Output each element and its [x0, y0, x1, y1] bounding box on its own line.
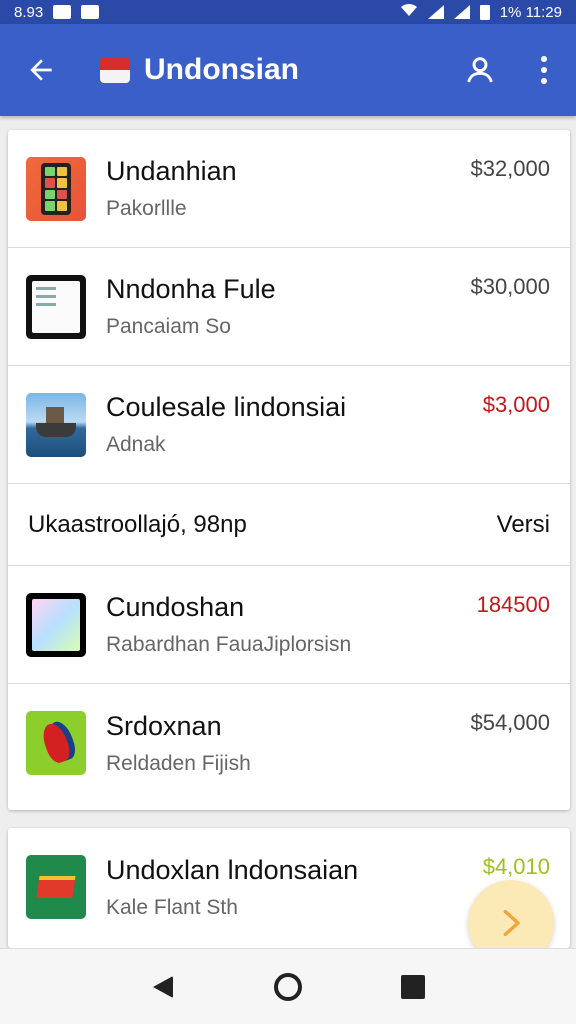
page-title: Undonsian: [144, 53, 299, 86]
status-right-text: 1% 11:29: [499, 3, 562, 21]
system-nav-bar: [0, 948, 576, 1024]
bird-thumbnail: [26, 711, 86, 775]
list-item[interactable]: Coulesale lindonsiai Adnak $3,000: [8, 366, 570, 484]
list-item[interactable]: Srdoxnan Reldaden Fijish $54,000: [8, 684, 570, 802]
summary-row[interactable]: Ukaastroollajó, 98np Versi: [8, 484, 570, 566]
nav-home-button[interactable]: [258, 957, 318, 1017]
item-price: $30,000: [470, 274, 550, 299]
nav-back-icon: [152, 975, 173, 998]
item-price: $54,000: [470, 710, 550, 735]
app-bar: Undonsian: [0, 24, 576, 116]
flag-thumbnail: [26, 855, 86, 919]
item-subtitle: Pakorllle: [106, 197, 187, 220]
indonesia-flag-icon: [100, 57, 130, 83]
nav-home-icon: [273, 972, 302, 1001]
notification-icon: [53, 5, 72, 19]
status-left-text: 8.93: [14, 3, 44, 21]
account-button[interactable]: [448, 24, 512, 116]
item-subtitle: Reldaden Fijish: [106, 751, 251, 775]
tablet-thumbnail: [26, 274, 86, 339]
signal-icon-2: [453, 5, 470, 19]
list-item[interactable]: Undanhian Pakorllle $32,000: [8, 130, 570, 248]
battery-icon: [479, 4, 490, 20]
item-price: $3,000: [482, 392, 550, 417]
signal-icon: [427, 5, 444, 19]
back-button[interactable]: [0, 24, 82, 116]
status-left: 8.93: [14, 3, 100, 21]
wifi-icon: [400, 3, 418, 21]
tablet-thumbnail: [26, 592, 86, 657]
item-subtitle: Rabardhan FauaJiplorsisn: [106, 633, 352, 656]
item-subtitle: Pancaiam So: [106, 315, 231, 338]
more-vert-icon: [541, 56, 547, 84]
nav-back-button[interactable]: [133, 957, 193, 1017]
ship-thumbnail: [26, 392, 86, 457]
item-price: $4,010: [482, 854, 550, 879]
download-icon: [81, 5, 100, 19]
more-options-button[interactable]: [512, 24, 576, 116]
summary-value: Versi: [496, 510, 550, 538]
status-bar: 8.93 1% 11:29: [0, 0, 576, 24]
list-item[interactable]: Cundoshan Rabardhan FauaJiplorsisn 18450…: [8, 566, 570, 684]
item-price: $32,000: [470, 156, 550, 181]
phone-thumbnail: [26, 156, 86, 221]
status-right: 1% 11:29: [400, 3, 562, 21]
list-item[interactable]: Nndonha Fule Pancaiam So $30,000: [8, 248, 570, 366]
nav-recent-icon: [401, 974, 426, 999]
account-icon: [467, 57, 493, 83]
nav-recent-button[interactable]: [383, 957, 443, 1017]
listings-card: Undanhian Pakorllle $32,000 Nndonha Fule…: [8, 130, 570, 810]
chevron-right-icon: [503, 909, 520, 937]
arrow-back-icon: [30, 59, 52, 81]
summary-label: Ukaastroollajó, 98np: [28, 510, 247, 538]
item-subtitle: Adnak: [106, 433, 166, 456]
item-price: 184500: [476, 592, 550, 617]
